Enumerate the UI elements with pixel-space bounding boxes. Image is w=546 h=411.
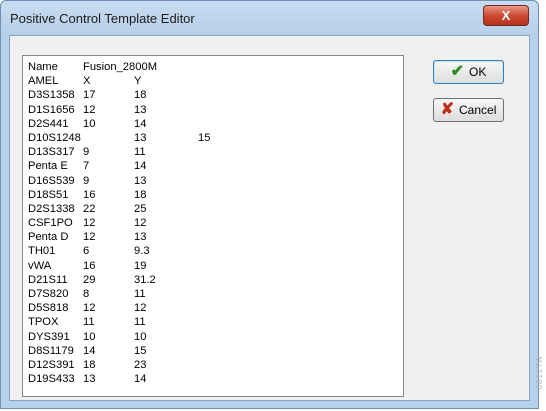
allele-2: 14 — [134, 160, 147, 173]
locus-name: vWA — [28, 259, 52, 272]
allele-2: 13 — [134, 103, 147, 116]
allele-2: 18 — [134, 188, 147, 201]
locus-name: AMEL — [28, 75, 59, 88]
locus-name: D3S1358 — [28, 89, 75, 102]
allele-1: 6 — [83, 245, 90, 258]
allele-1: 14 — [83, 344, 96, 357]
allele-2: 11 — [134, 288, 146, 300]
allele-1: 9 — [83, 146, 90, 159]
locus-name: D8S1179 — [28, 344, 74, 357]
locus-name: TPOX — [28, 316, 59, 329]
locus-name: D13S317 — [28, 146, 75, 159]
allele-1: 12 — [83, 302, 96, 315]
allele-1: 10 — [83, 117, 96, 130]
allele-2: 14 — [134, 373, 147, 386]
allele-2: 14 — [134, 117, 147, 130]
window-title: Positive Control Template Editor — [10, 11, 195, 26]
locus-name: TH01 — [28, 245, 56, 258]
allele-1: 16 — [83, 259, 96, 272]
allele-1: 18 — [83, 358, 96, 371]
allele-2: 13 — [134, 174, 147, 187]
allele-1: 9 — [83, 174, 90, 187]
close-icon: X — [501, 8, 511, 23]
allele-1: X — [83, 75, 91, 88]
locus-name: CSF1PO — [28, 217, 73, 230]
locus-name: DYS391 — [28, 330, 70, 343]
allele-2: 15 — [134, 344, 147, 357]
allele-2: 18 — [134, 89, 147, 102]
locus-name: D12S391 — [28, 358, 75, 371]
allele-2: 13 — [134, 231, 147, 244]
ok-button-label: OK — [469, 65, 487, 79]
allele-2: Y — [134, 75, 142, 88]
allele-1: 7 — [83, 160, 90, 173]
allele-2: 11 — [134, 146, 146, 159]
allele-1: 12 — [83, 231, 96, 244]
locus-name: Penta E — [28, 160, 68, 173]
checkmark-icon: ✔ — [450, 63, 465, 80]
title-bar[interactable]: Positive Control Template Editor X — [1, 1, 538, 35]
cancel-button[interactable]: ✘ Cancel — [433, 98, 504, 122]
locus-name: D1S1656 — [28, 103, 75, 116]
x-icon: ✘ — [440, 101, 455, 118]
allele-1: 17 — [83, 89, 96, 102]
allele-1: 22 — [83, 202, 96, 215]
allele-1: 13 — [83, 373, 96, 386]
template-text-area[interactable]: Name Fusion_2800M AMEL X Y D3S1358 17 18 D1S16… — [22, 55, 404, 397]
allele-2: 25 — [134, 202, 147, 215]
allele-1: 12 — [83, 103, 96, 116]
allele-1: 29 — [83, 273, 96, 286]
figure-id-watermark: 6812TA — [535, 355, 544, 389]
allele-1: 8 — [83, 288, 90, 300]
allele-2: 10 — [134, 330, 147, 343]
template-name-value: Fusion_2800M — [83, 61, 158, 73]
allele-1: 12 — [83, 217, 96, 230]
locus-name: D21S11 — [28, 273, 68, 286]
dialog-client-area: Name Fusion_2800M AMEL X Y D3S1358 17 18 D1S16… — [9, 35, 530, 401]
allele-1: 16 — [83, 188, 96, 201]
locus-name: D5S818 — [28, 302, 69, 315]
allele-2: 31.2 — [134, 273, 156, 286]
locus-name: D19S433 — [28, 373, 75, 386]
cancel-button-label: Cancel — [459, 103, 497, 117]
locus-name: D2S441 — [28, 117, 69, 130]
allele-2: 12 — [134, 217, 147, 230]
close-button[interactable]: X — [483, 5, 529, 26]
allele-3: 15 — [198, 131, 211, 144]
template-name-label: Name — [28, 61, 58, 73]
ok-button[interactable]: ✔ OK — [433, 60, 504, 84]
locus-name: D18S51 — [28, 188, 69, 201]
locus-name: D10S1248 — [28, 131, 81, 144]
allele-2: 12 — [134, 302, 147, 315]
locus-name: D16S539 — [28, 174, 75, 187]
locus-name: Penta D — [28, 231, 69, 244]
allele-2: 13 — [134, 131, 147, 144]
locus-name: D7S820 — [28, 288, 69, 300]
allele-2: 23 — [134, 358, 147, 371]
allele-1: 11 — [83, 316, 95, 329]
allele-2: 9.3 — [134, 245, 150, 258]
allele-2: 11 — [134, 316, 146, 329]
allele-2: 19 — [134, 259, 147, 272]
locus-name: D2S1338 — [28, 202, 75, 215]
allele-1: 10 — [83, 330, 96, 343]
dialog-window: Positive Control Template Editor X Name … — [0, 0, 539, 409]
